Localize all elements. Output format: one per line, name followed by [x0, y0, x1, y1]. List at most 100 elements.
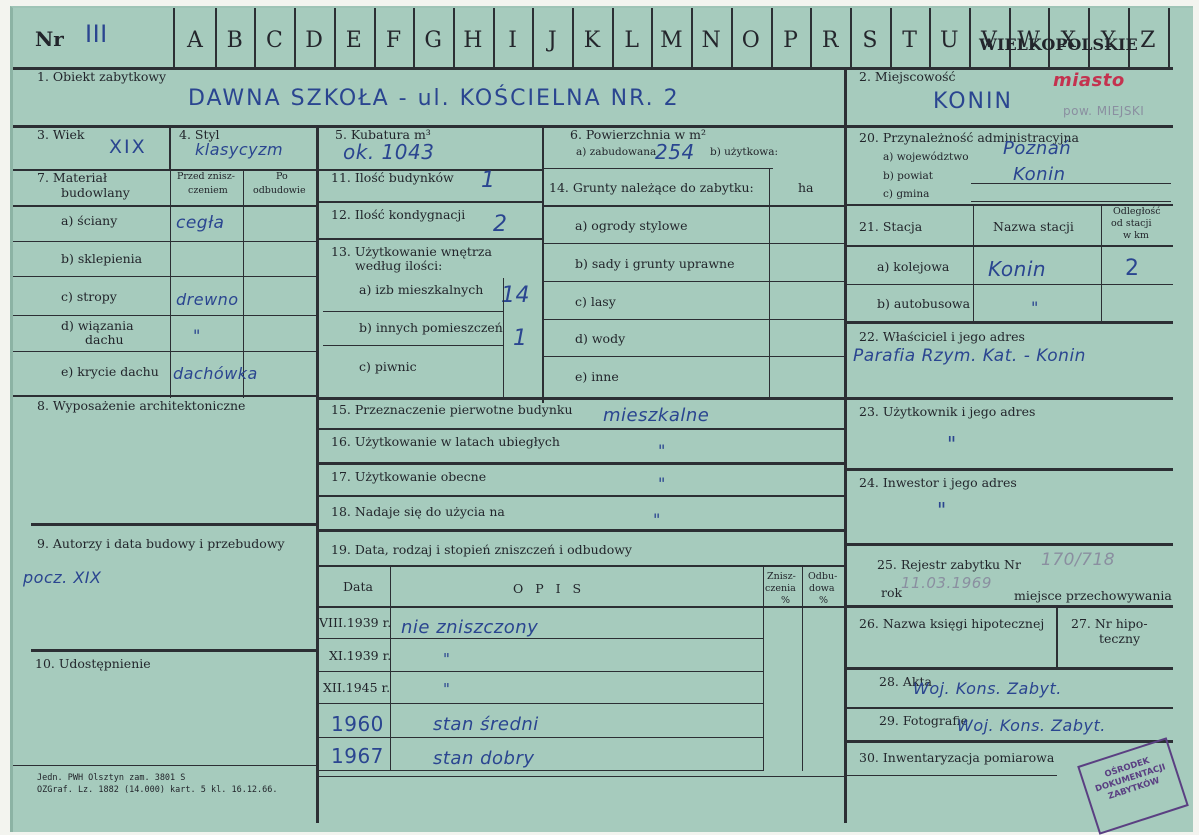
index-letter: A	[187, 28, 203, 53]
field-21b-label: b) autobusowa	[877, 296, 971, 311]
field-11-value: 1	[481, 168, 496, 193]
field-14b: b) sady i grunty uprawne	[575, 256, 735, 271]
field-18-label: 18. Nadaje się do użycia na	[331, 504, 505, 519]
field-22-label: 22. Właściciel i jego adres	[859, 329, 1025, 344]
dmg-date-1: VIII.1939 r.	[319, 615, 392, 630]
footer-line-2: OZGraf. Lz. 1882 (14.000) kart. 5 kl. 16…	[37, 785, 278, 795]
mat-a-value: cegła	[176, 213, 225, 233]
col-after-1: Po	[276, 171, 288, 182]
field-1-label: 1. Obiekt zabytkowy	[37, 69, 167, 84]
dmg-opis-1: nie zniszczony	[401, 617, 539, 638]
field-9-label: 9. Autorzy i data budowy i przebudowy	[37, 536, 285, 551]
field-15-value: mieszkalne	[603, 405, 710, 426]
mat-a-label: a) ściany	[61, 213, 118, 228]
field-14c: c) lasy	[575, 294, 616, 309]
field-13a-label: a) izb mieszkalnych	[359, 282, 484, 297]
field-22-value: Parafia Rzym. Kat. - Konin	[853, 346, 1086, 366]
field-21-label: 21. Stacja	[859, 219, 923, 234]
field-25-value: 170/718	[1041, 550, 1116, 570]
field-10-label: 10. Udostępnienie	[35, 656, 151, 671]
dmg-date-5: 1967	[331, 744, 384, 768]
mat-b-label: b) sklepienia	[61, 251, 143, 266]
index-letter: L	[624, 28, 639, 53]
field-19-col-date: Data	[343, 579, 373, 594]
index-letter: U	[940, 28, 959, 53]
field-18-value: "	[653, 510, 661, 529]
field-13b-label: b) innych pomieszczeń	[359, 320, 503, 335]
field-5-value: ok. 1043	[343, 140, 435, 164]
region-label: WIELKOPOLSKIE	[979, 35, 1138, 54]
field-27-label-2: teczny	[1099, 631, 1141, 646]
field-9-value: pocz. XIX	[23, 568, 102, 587]
field-20b-label: b) powiat	[883, 170, 934, 182]
field-19-col-o1: Odbu-	[808, 571, 838, 582]
field-20b-value: Konin	[1013, 164, 1066, 185]
field-25-year: rok	[881, 585, 903, 600]
field-21-col-dist-3: w km	[1123, 230, 1149, 241]
mat-c-value: drewno	[176, 290, 239, 309]
field-25-date: 11.03.1969	[901, 574, 992, 592]
field-21b-name: "	[1031, 298, 1039, 317]
field-21a-name: Konin	[988, 257, 1047, 281]
dmg-opis-4: stan średni	[433, 714, 539, 735]
field-17-value: "	[658, 474, 666, 493]
field-15-label: 15. Przeznaczenie pierwotne budynku	[331, 402, 573, 417]
index-letter: C	[265, 28, 283, 53]
field-11-label: 11. Ilość budynków	[331, 170, 454, 185]
field-20c-label: c) gmina	[883, 188, 930, 200]
field-27-label-1: 27. Nr hipo-	[1071, 616, 1148, 631]
field-12-value: 2	[493, 212, 508, 237]
field-7-label-1: 7. Materiał	[37, 170, 108, 185]
index-letter: F	[385, 28, 402, 53]
field-30-label: 30. Inwentaryzacja pomiarowa	[859, 750, 1055, 765]
field-14-label: 14. Grunty należące do zabytku:	[549, 180, 754, 195]
index-letter: O	[741, 28, 760, 53]
field-24-value: "	[937, 498, 947, 522]
index-letter: B	[226, 28, 243, 53]
field-14-unit: ha	[798, 180, 814, 195]
index-letter: J	[547, 28, 557, 53]
field-21a-label: a) kolejowa	[877, 259, 950, 274]
mat-c-label: c) stropy	[61, 289, 117, 304]
field-6b-label: b) użytkowa:	[710, 146, 779, 158]
field-8-label: 8. Wyposażenie architektoniczne	[37, 398, 246, 413]
field-13c-label: c) piwnic	[359, 359, 417, 374]
index-letter: P	[783, 28, 798, 53]
field-3-value: XIX	[109, 136, 147, 158]
field-21a-dist: 2	[1125, 256, 1140, 281]
field-25-label: 25. Rejestr zabytku Nr	[877, 557, 1021, 572]
field-28-value: Woj. Kons. Zabyt.	[913, 679, 1062, 698]
dmg-opis-5: stan dobry	[433, 748, 535, 769]
field-19-col-opis: O P I S	[513, 581, 586, 596]
index-letter: H	[463, 28, 483, 53]
field-20a-label: a) województwo	[883, 151, 969, 163]
index-letter: G	[424, 28, 442, 53]
field-6a-label: a) zabudowana	[576, 146, 657, 158]
dmg-date-2: XI.1939 r.	[329, 648, 392, 663]
field-17-label: 17. Użytkowanie obecne	[331, 469, 487, 484]
field-14a: a) ogrody stylowe	[575, 218, 688, 233]
field-6a-value: 254	[655, 140, 695, 164]
index-letter: T	[902, 28, 917, 53]
field-13-label-2: według ilości:	[355, 258, 443, 273]
index-letter: E	[345, 28, 362, 53]
index-letter: D	[305, 28, 323, 53]
monument-record-card: Nr III ABCDEFGHIJKLMNOPRSTUVWXYZ WIELKOP…	[10, 6, 1193, 835]
field-2-note2: pow. MIEJSKI	[1063, 104, 1145, 118]
footer-line-1: Jedn. PWH Olsztyn zam. 3801 S	[37, 773, 186, 783]
field-25-storage: miejsce przechowywania	[1014, 588, 1172, 603]
field-12-label: 12. Ilość kondygnacji	[331, 207, 466, 222]
field-14d: d) wody	[575, 331, 626, 346]
index-letter: N	[701, 28, 721, 53]
field-29-value: Woj. Kons. Zabyt.	[957, 716, 1106, 735]
index-letter: K	[583, 28, 601, 53]
field-19-col-z1: Znisz-	[767, 571, 796, 582]
col-before-1: Przed znisz-	[177, 171, 235, 182]
index-letter: I	[508, 28, 517, 53]
field-7-label-2: budowlany	[61, 185, 130, 200]
field-3-label: 3. Wiek	[37, 127, 85, 142]
field-21-col-dist-2: od stacji	[1111, 218, 1152, 229]
mat-e-label: e) krycie dachu	[61, 364, 159, 379]
field-23-label: 23. Użytkownik i jego adres	[859, 404, 1036, 419]
field-13a-value: 14	[501, 283, 530, 308]
